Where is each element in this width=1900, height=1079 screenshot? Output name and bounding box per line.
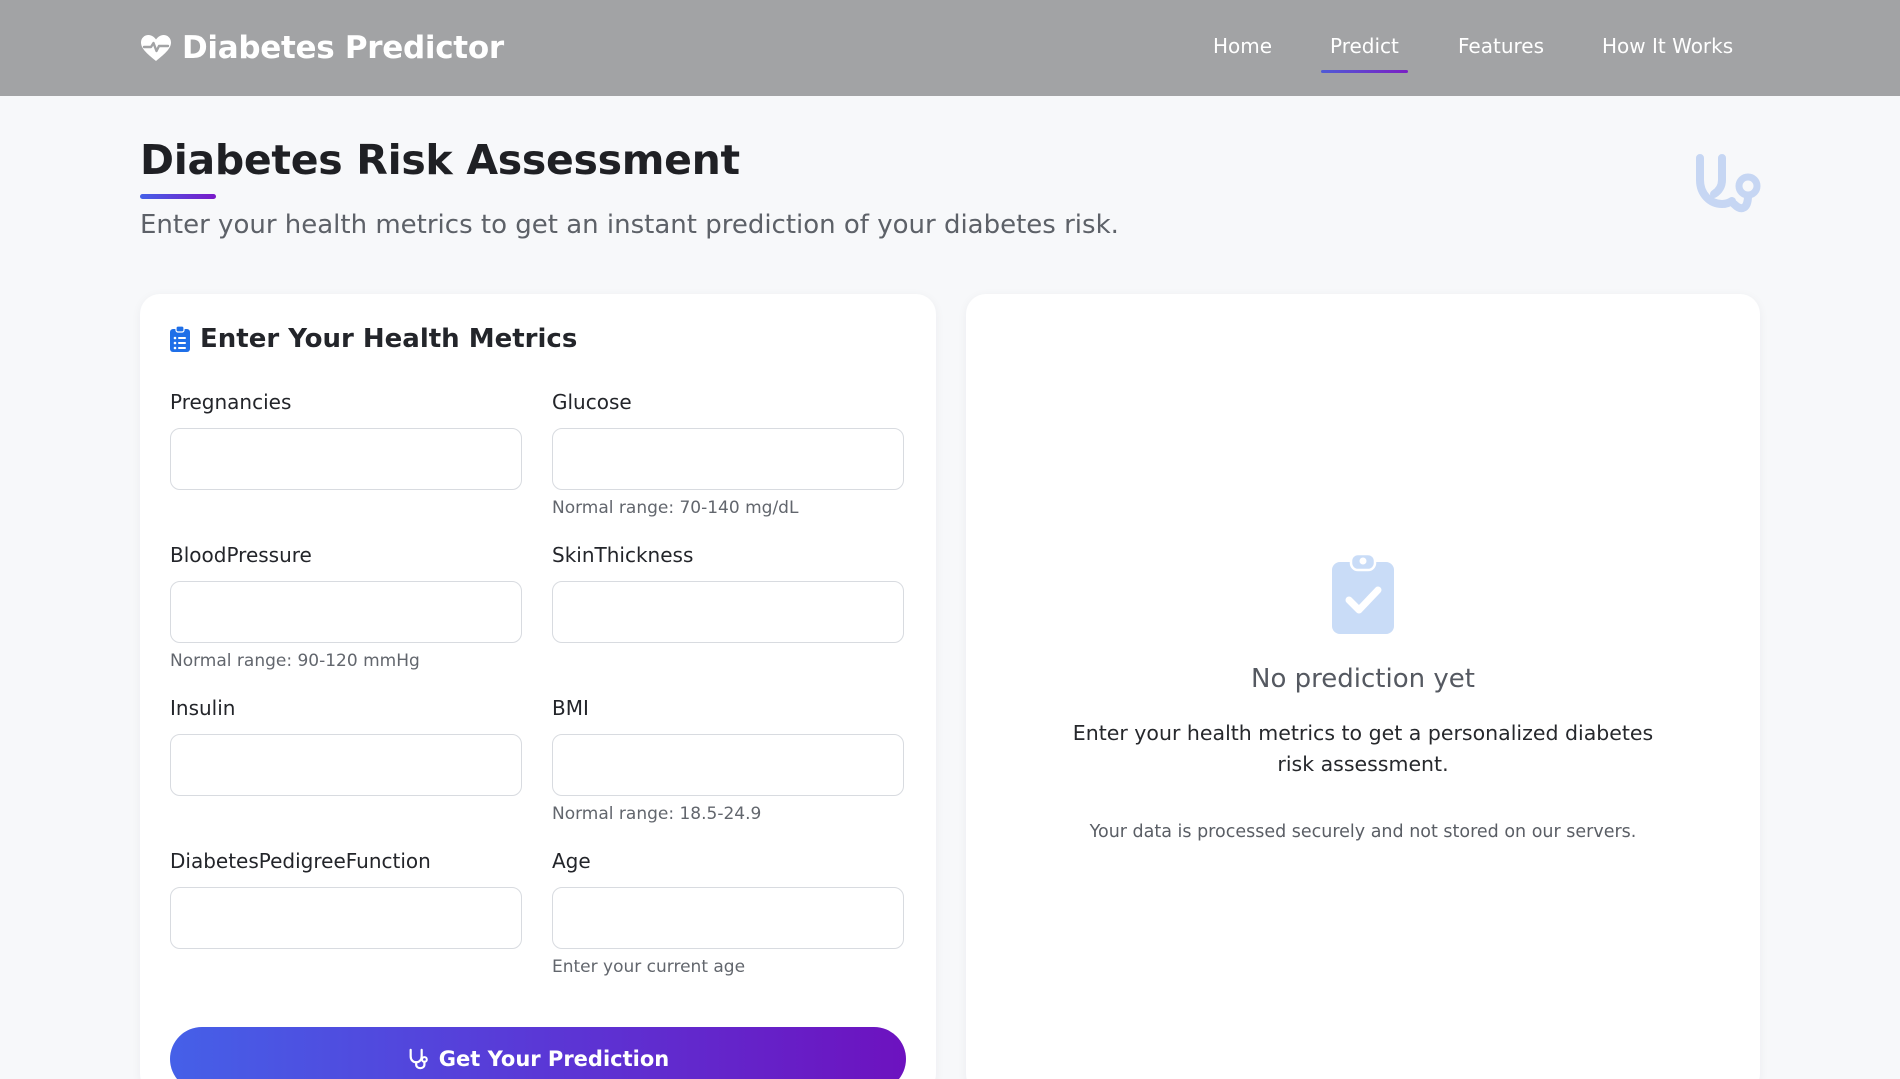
field-label: DiabetesPedigreeFunction <box>170 849 431 873</box>
field-hint: Normal range: 90-120 mmHg <box>170 651 420 671</box>
field-bmi: BMI Normal range: 18.5-24.9 <box>552 696 904 824</box>
insulin-input[interactable] <box>170 734 522 796</box>
empty-state: No prediction yet Enter your health metr… <box>966 554 1760 842</box>
page-title: Diabetes Risk Assessment <box>140 136 740 184</box>
field-diabetes-pedigree-function: DiabetesPedigreeFunction <box>170 849 522 949</box>
field-age: Age Enter your current age <box>552 849 904 977</box>
field-label: Insulin <box>170 696 236 720</box>
field-insulin: Insulin <box>170 696 522 796</box>
clipboard-list-icon <box>170 326 190 352</box>
field-label: BloodPressure <box>170 543 312 567</box>
diabetes-pedigree-function-input[interactable] <box>170 887 522 949</box>
health-metrics-form-card: Enter Your Health Metrics Pregnancies Gl… <box>140 294 936 1079</box>
field-pregnancies: Pregnancies <box>170 390 522 490</box>
field-hint: Enter your current age <box>552 957 746 977</box>
get-prediction-button[interactable]: Get Your Prediction <box>170 1027 906 1079</box>
form-title-label: Enter Your Health Metrics <box>200 324 578 354</box>
nav-links: Home Predict Features How It Works <box>0 34 1900 74</box>
form-title: Enter Your Health Metrics <box>170 324 577 354</box>
field-hint: Normal range: 18.5-24.9 <box>552 804 762 824</box>
top-navbar: Diabetes Predictor Home Predict Features… <box>0 0 1900 96</box>
field-label: BMI <box>552 696 589 720</box>
page-subtitle: Enter your health metrics to get an inst… <box>140 210 1119 240</box>
nav-link-predict[interactable]: Predict <box>1321 34 1408 73</box>
stethoscope-icon <box>409 1048 428 1070</box>
stethoscope-icon <box>1696 154 1761 213</box>
field-blood-pressure: BloodPressure Normal range: 90-120 mmHg <box>170 543 522 671</box>
privacy-note: Your data is processed securely and not … <box>1089 822 1637 842</box>
field-label: Age <box>552 849 591 873</box>
empty-state-title: No prediction yet <box>1251 664 1475 694</box>
nav-link-home[interactable]: Home <box>1213 34 1272 58</box>
field-label: Pregnancies <box>170 390 292 414</box>
field-label: Glucose <box>552 390 632 414</box>
blood-pressure-input[interactable] <box>170 581 522 643</box>
field-label: SkinThickness <box>552 543 694 567</box>
get-prediction-label: Get Your Prediction <box>438 1047 670 1071</box>
field-hint: Normal range: 70-140 mg/dL <box>552 498 799 518</box>
empty-state-text: Enter your health metrics to get a perso… <box>1072 721 1654 776</box>
nav-link-features[interactable]: Features <box>1458 34 1544 58</box>
skin-thickness-input[interactable] <box>552 581 904 643</box>
bmi-input[interactable] <box>552 734 904 796</box>
field-glucose: Glucose Normal range: 70-140 mg/dL <box>552 390 904 518</box>
pregnancies-input[interactable] <box>170 428 522 490</box>
glucose-input[interactable] <box>552 428 904 490</box>
field-skin-thickness: SkinThickness <box>552 543 904 643</box>
nav-link-how-it-works[interactable]: How It Works <box>1602 34 1733 58</box>
clipboard-check-icon <box>1332 554 1394 634</box>
prediction-result-card: No prediction yet Enter your health metr… <box>966 294 1760 1079</box>
age-input[interactable] <box>552 887 904 949</box>
title-underline <box>140 194 216 199</box>
